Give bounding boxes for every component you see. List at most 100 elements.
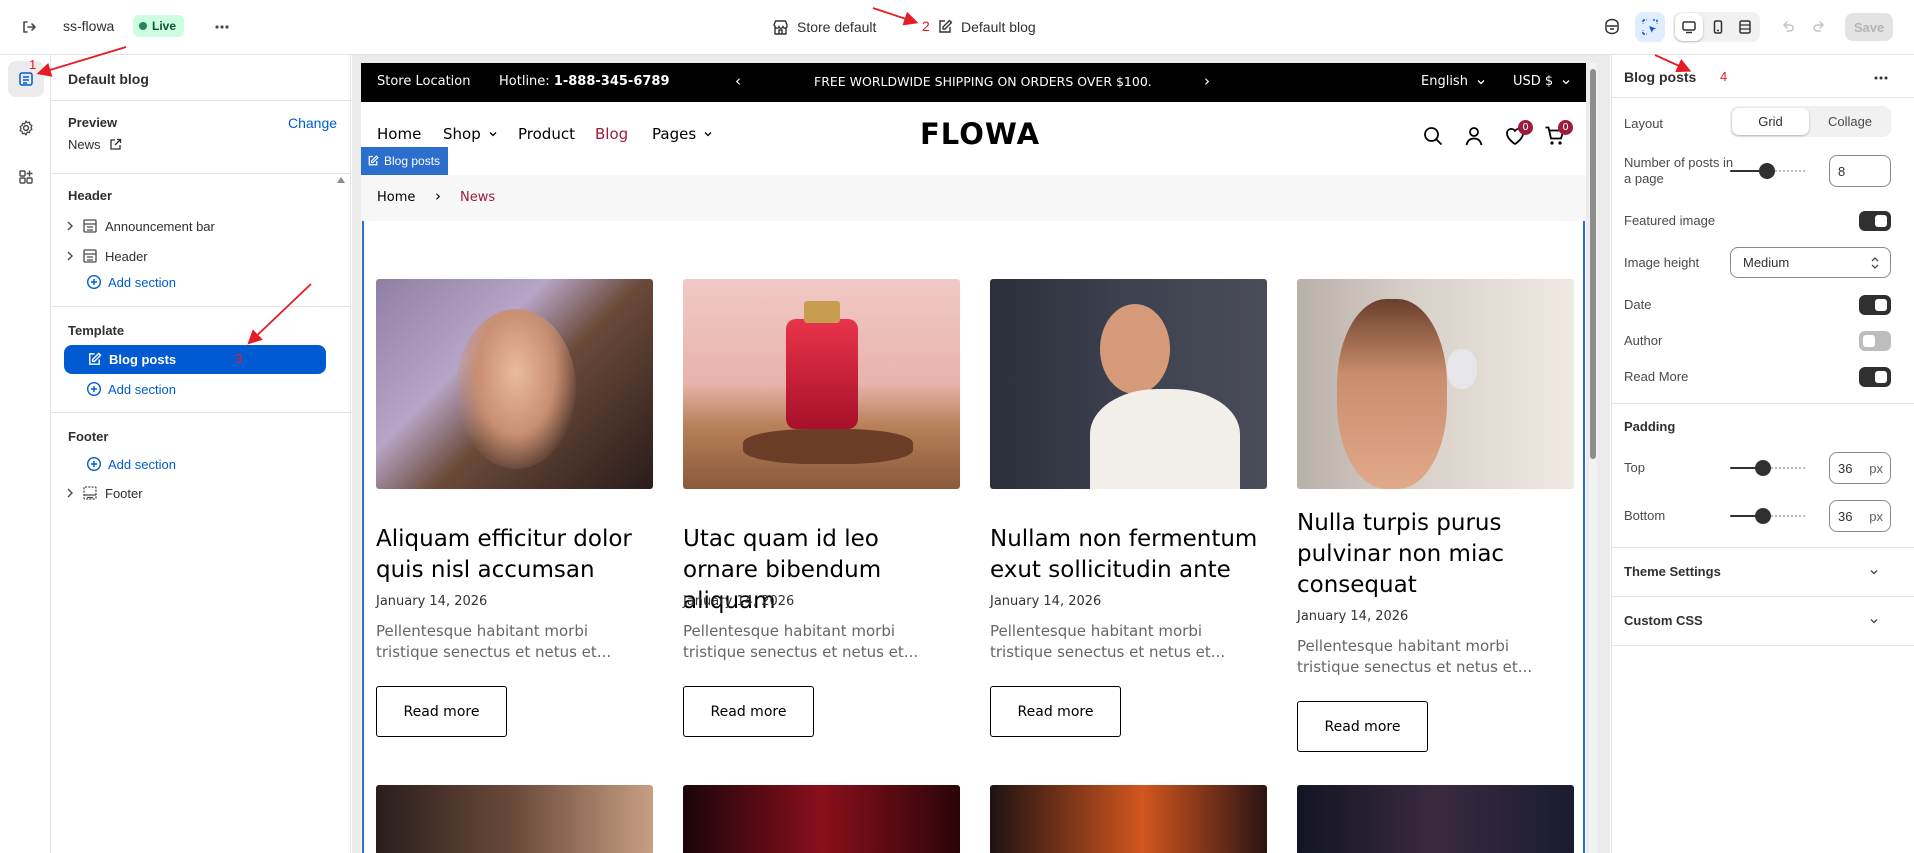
exit-button[interactable]	[14, 12, 44, 42]
chevron-down-icon	[489, 132, 497, 137]
nav-blog[interactable]: Blog	[595, 125, 628, 143]
read-more-button[interactable]: Read more	[1297, 701, 1428, 752]
padding-bottom-slider-handle[interactable]	[1755, 508, 1771, 524]
chevron-left-icon[interactable]: ‹	[735, 72, 741, 90]
read-more-button[interactable]: Read more	[683, 686, 814, 737]
announcement-message: FREE WORLDWIDE SHIPPING ON ORDERS OVER $…	[814, 74, 1152, 89]
edit-page-icon	[368, 155, 379, 166]
divider	[1612, 403, 1914, 404]
blog-post-date: January 14, 2026	[683, 594, 795, 609]
chevron-right-icon[interactable]: ›	[1204, 72, 1210, 90]
more-actions-button[interactable]	[207, 12, 237, 42]
padding-top-slider-handle[interactable]	[1755, 460, 1771, 476]
undo-button[interactable]	[1774, 13, 1802, 41]
image-height-select[interactable]: Medium	[1730, 247, 1891, 278]
nav-pages[interactable]: Pages	[652, 125, 713, 143]
blog-post-image[interactable]	[376, 785, 653, 853]
section-item-footer[interactable]: Footer	[61, 480, 331, 506]
redo-button[interactable]	[1805, 13, 1833, 41]
read-more-button[interactable]: Read more	[990, 686, 1121, 737]
preview-value[interactable]: News	[68, 137, 122, 152]
change-preview-link[interactable]: Change	[288, 115, 337, 131]
search-icon[interactable]	[1422, 125, 1444, 147]
posts-per-page-slider-handle[interactable]	[1759, 163, 1775, 179]
blog-post-excerpt: Pellentesque habitant morbi tristique se…	[376, 622, 612, 661]
rail-sections-button[interactable]	[8, 61, 44, 97]
nav-shop[interactable]: Shop	[443, 125, 498, 143]
language-selector[interactable]: English	[1421, 74, 1486, 89]
save-button[interactable]: Save	[1845, 13, 1893, 41]
padding-bottom-input[interactable]: 36 px	[1829, 500, 1891, 532]
padding-top-input[interactable]: 36 px	[1829, 452, 1891, 484]
scrollbar-thumb[interactable]	[1590, 69, 1596, 459]
mobile-view-button[interactable]	[1704, 13, 1732, 41]
blog-post-title[interactable]: Nulla turpis purus pulvinar non miac con…	[1297, 508, 1574, 601]
select-element-button[interactable]	[1635, 12, 1665, 42]
currency-selector[interactable]: USD $	[1513, 74, 1571, 89]
posts-per-page-label: Number of posts in a page	[1624, 155, 1734, 186]
exit-icon	[23, 21, 36, 33]
blog-post-image[interactable]	[1297, 785, 1574, 853]
author-toggle[interactable]	[1859, 331, 1891, 351]
layout-collage-option[interactable]: Collage	[1811, 108, 1889, 135]
read-more-button[interactable]: Read more	[376, 686, 507, 737]
blog-post-title[interactable]: Nullam non fermentum exut sollicitudin a…	[990, 524, 1267, 586]
read-more-toggle[interactable]	[1859, 367, 1891, 387]
store-selector[interactable]: Store default	[772, 15, 876, 39]
blog-post-image[interactable]	[683, 785, 960, 853]
template-selector[interactable]: Default blog	[937, 15, 1036, 39]
store-selector-label: Store default	[797, 19, 877, 35]
section-item-blog-posts[interactable]: Blog posts	[64, 345, 326, 374]
date-toggle[interactable]	[1859, 295, 1891, 315]
wishlist-count-badge: 0	[1518, 120, 1533, 135]
announcement-bar: Store Location Hotline: 1-888-345-6789 ‹…	[361, 63, 1586, 102]
divider	[51, 100, 351, 101]
language-label: English	[1421, 74, 1468, 89]
blog-post-image[interactable]	[990, 279, 1267, 489]
rail-apps-button[interactable]	[8, 159, 44, 195]
chevron-right-icon	[67, 251, 73, 261]
rail-theme-settings-button[interactable]	[8, 110, 44, 146]
store-location-link[interactable]: Store Location	[377, 74, 470, 89]
mobile-icon	[1713, 20, 1723, 34]
layout-grid-option[interactable]: Grid	[1732, 108, 1809, 135]
section-item-announcement-bar[interactable]: Announcement bar	[61, 213, 331, 239]
blog-post-title[interactable]: Aliquam efficitur dolor quis nisl accums…	[376, 524, 653, 586]
gear-icon	[19, 120, 33, 136]
nav-home[interactable]: Home	[377, 125, 421, 143]
collapse-caret-icon[interactable]	[337, 177, 345, 183]
custom-css-accordion[interactable]: Custom CSS	[1612, 597, 1914, 645]
theme-settings-accordion[interactable]: Theme Settings	[1612, 548, 1914, 596]
blog-post-image[interactable]	[376, 279, 653, 489]
add-section-header-button[interactable]: Add section	[86, 274, 176, 290]
padding-bottom-value: 36	[1838, 508, 1853, 524]
featured-image-toggle[interactable]	[1859, 211, 1891, 231]
layout-option-label: Grid	[1758, 114, 1783, 129]
store-logo[interactable]: FLOWA	[920, 117, 1040, 151]
author-label: Author	[1624, 333, 1663, 348]
desktop-view-button[interactable]	[1675, 13, 1703, 41]
settings-title: Blog posts	[1624, 69, 1697, 85]
divider	[51, 306, 351, 307]
blog-post-image[interactable]	[683, 279, 960, 489]
nav-product[interactable]: Product	[518, 125, 575, 143]
image-height-value: Medium	[1743, 255, 1790, 270]
account-icon[interactable]	[1463, 125, 1485, 147]
breadcrumb-current: News	[460, 190, 496, 205]
settings-more-button[interactable]	[1868, 65, 1894, 91]
fullwidth-view-button[interactable]	[1731, 13, 1759, 41]
section-tag[interactable]: Blog posts	[361, 147, 449, 175]
preview-scrollbar[interactable]	[1589, 63, 1597, 853]
inspector-button[interactable]	[1598, 13, 1626, 41]
add-section-footer-button[interactable]: Add section	[86, 456, 176, 472]
section-item-header[interactable]: Header	[61, 243, 331, 269]
add-section-template-button[interactable]: Add section	[86, 381, 176, 397]
add-section-label: Add section	[108, 274, 176, 290]
plus-circle-icon	[86, 274, 102, 290]
breadcrumb-home[interactable]: Home	[377, 190, 415, 205]
template-group-label: Template	[68, 323, 125, 338]
blog-post-image[interactable]	[1297, 279, 1574, 489]
posts-per-page-input[interactable]: 8	[1829, 155, 1891, 187]
padding-top-label: Top	[1624, 460, 1645, 475]
blog-post-image[interactable]	[990, 785, 1267, 853]
